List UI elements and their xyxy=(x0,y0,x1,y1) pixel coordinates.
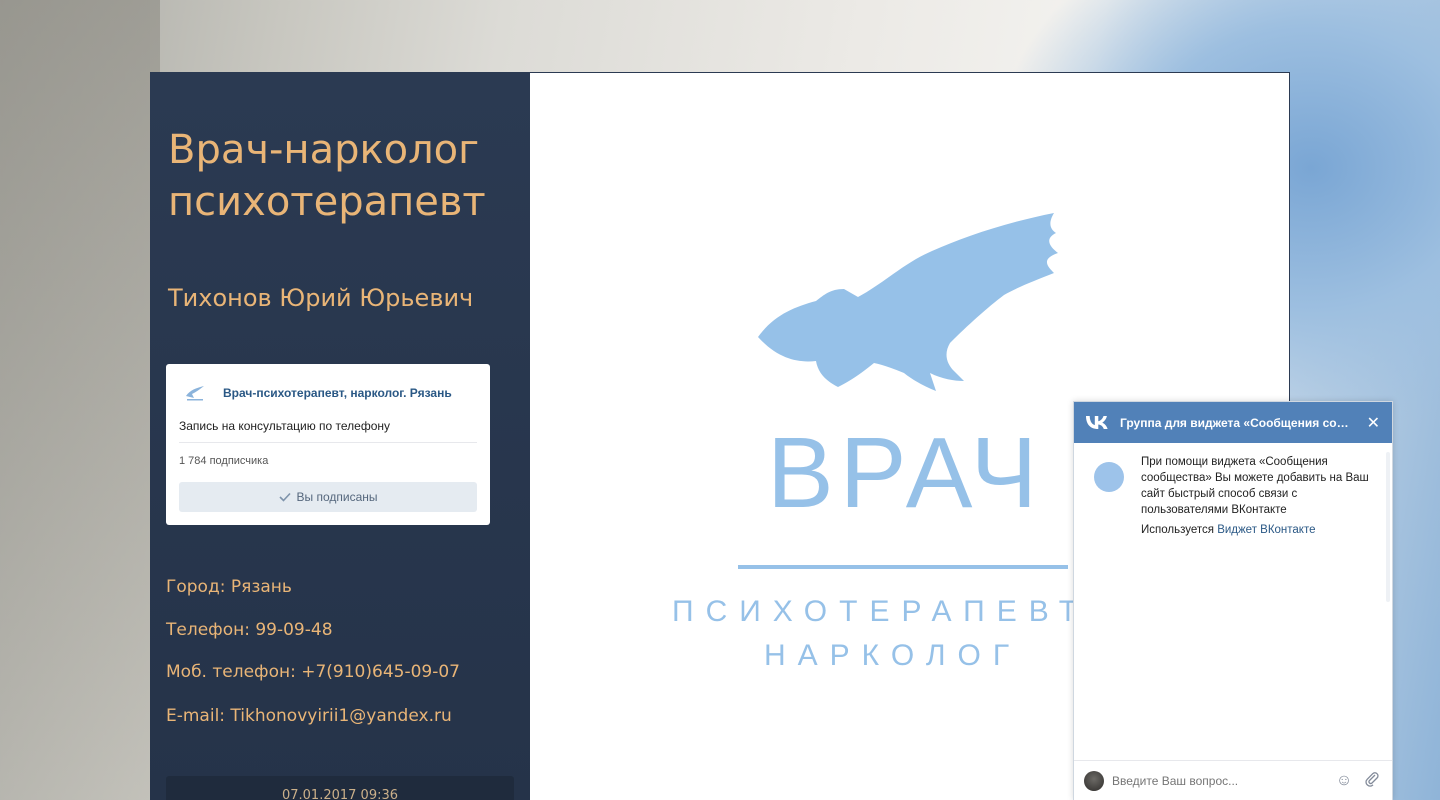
group-avatar xyxy=(1094,462,1124,492)
city-info: Город: Рязань xyxy=(166,577,292,597)
background-photo-left xyxy=(0,0,160,800)
email-info[interactable]: E-mail: Tikhonovyirii1@yandex.ru xyxy=(166,706,452,726)
message-input-row: ☺ xyxy=(1074,760,1392,800)
used-prefix: Используется xyxy=(1141,524,1214,536)
group-name-link[interactable]: Врач-психотерапевт, нарколог. Рязань xyxy=(223,386,452,400)
page-title: Врач-нарколог психотерапевт xyxy=(168,124,518,228)
subscribed-button[interactable]: Вы подписаны xyxy=(179,482,477,512)
vk-messages-widget: Группа для виджета «Сообщения со… ✕ При … xyxy=(1073,401,1393,800)
eagle-logo-icon xyxy=(758,213,1058,391)
mobile-info: Моб. телефон: +7(910)645-09-07 xyxy=(166,662,460,682)
phone-info: Телефон: 99-09-48 xyxy=(166,620,333,640)
sidebar: Врач-нарколог психотерапевт Тихонов Юрий… xyxy=(150,72,530,800)
logo-subtitle-2: НАРКОЛОГ xyxy=(764,639,1022,672)
title-line-1: Врач-нарколог xyxy=(168,127,480,173)
subscribed-label: Вы подписаны xyxy=(296,490,378,504)
check-icon xyxy=(278,492,291,502)
divider xyxy=(179,442,477,443)
subscriber-count[interactable]: 1 784 подписчика xyxy=(179,455,268,467)
date-stamp: 07.01.2017 09:36 xyxy=(166,776,514,800)
doctor-name: Тихонов Юрий Юрьевич xyxy=(168,284,474,312)
widget-used-line: Используется Виджет ВКонтакте xyxy=(1141,524,1316,536)
attach-icon[interactable] xyxy=(1362,771,1382,791)
widget-message: При помощи виджета «Сообщения сообщества… xyxy=(1141,456,1369,516)
widget-header[interactable]: Группа для виджета «Сообщения со… ✕ xyxy=(1074,402,1392,443)
close-icon[interactable]: ✕ xyxy=(1360,413,1380,433)
vk-widget-link[interactable]: Виджет ВКонтакте xyxy=(1217,524,1315,536)
emoji-icon[interactable]: ☺ xyxy=(1334,771,1354,791)
group-status: Запись на консультацию по телефону xyxy=(179,419,391,433)
title-line-2: психотерапевт xyxy=(168,179,486,225)
widget-title: Группа для виджета «Сообщения со… xyxy=(1120,415,1349,430)
logo-subtitle-1: ПСИХОТЕРАПЕВТ xyxy=(672,595,1090,628)
message-input[interactable] xyxy=(1112,773,1326,788)
user-avatar xyxy=(1084,770,1104,791)
widget-scrollbar[interactable] xyxy=(1386,452,1390,602)
logo-divider xyxy=(738,565,1068,569)
group-logo-icon[interactable] xyxy=(184,382,206,402)
logo-word: ВРАЧ xyxy=(767,417,1044,529)
vk-group-widget: Врач-психотерапевт, нарколог. Рязань Зап… xyxy=(166,364,490,525)
vk-logo-icon xyxy=(1086,415,1108,429)
